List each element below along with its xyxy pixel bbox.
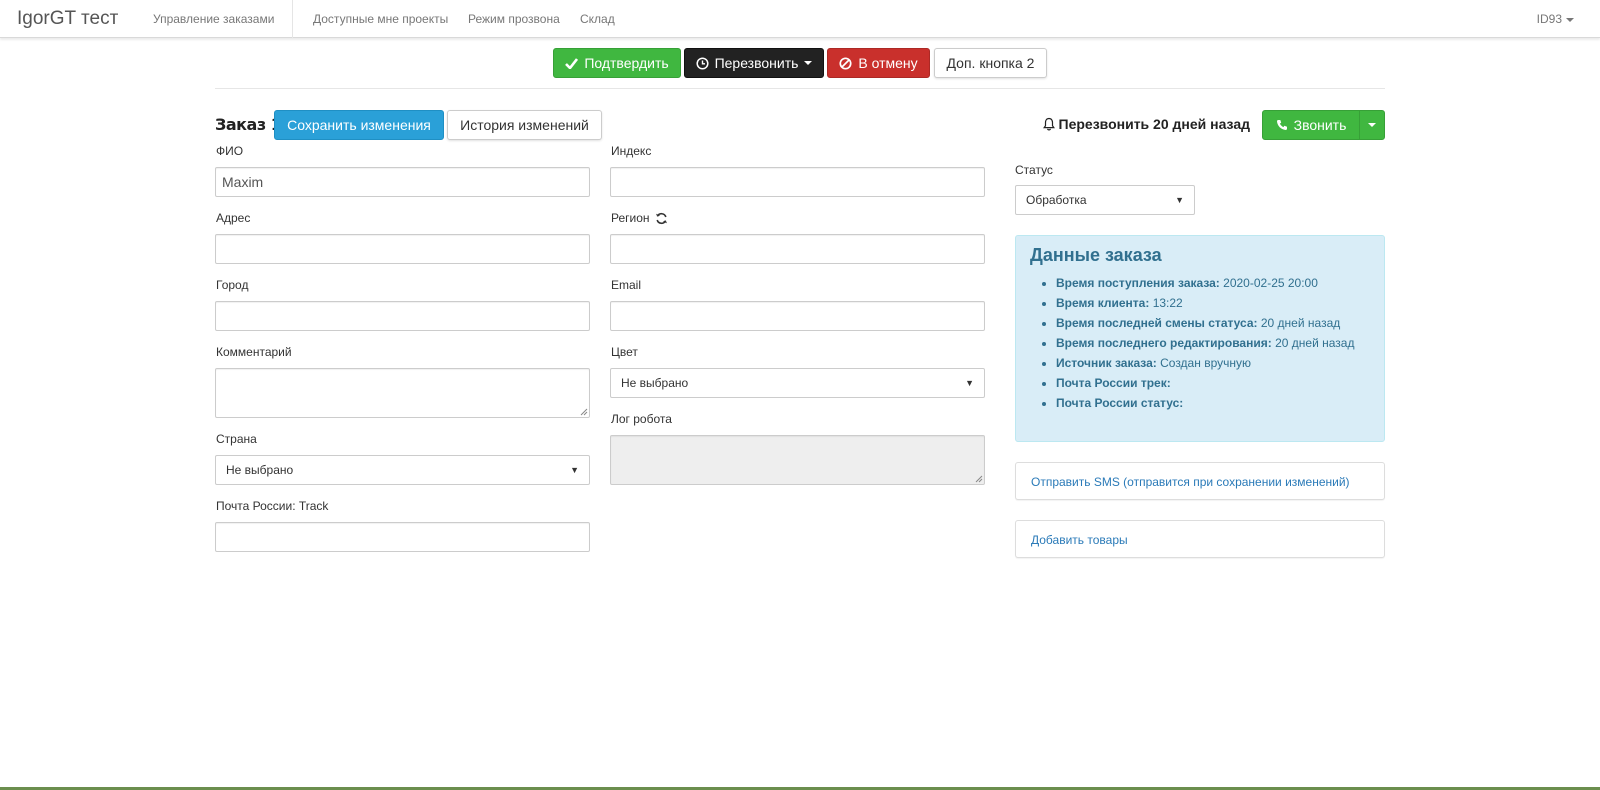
confirm-button[interactable]: Подтвердить — [553, 48, 681, 78]
order-time-key: Время поступления заказа: — [1056, 276, 1220, 290]
top-navbar: IgorGT тест Управление заказами Доступны… — [0, 0, 1600, 38]
add-goods-link[interactable]: Добавить товары — [1031, 533, 1128, 547]
select-arrow-icon: ▼ — [570, 465, 579, 475]
callback-note-text: Перезвонить 20 дней назад — [1058, 116, 1250, 132]
address-label: Адрес — [216, 211, 251, 225]
comment-label: Комментарий — [216, 345, 292, 359]
check-icon — [565, 57, 579, 69]
extra-button-2[interactable]: Доп. кнопка 2 — [934, 48, 1047, 78]
country-select[interactable]: Не выбрано ▼ — [215, 455, 590, 485]
list-item: Источник заказа: Создан вручную — [1056, 353, 1366, 373]
nav-divider — [292, 0, 293, 38]
phone-icon — [1276, 119, 1288, 131]
robot-log-textarea — [610, 435, 985, 485]
nav-available-projects[interactable]: Доступные мне проекты — [313, 12, 448, 26]
status-change-value: 20 дней назад — [1260, 316, 1341, 330]
status-change-key: Время последней смены статуса: — [1056, 316, 1258, 330]
confirm-label: Подтвердить — [584, 55, 669, 71]
fio-label: ФИО — [216, 144, 244, 158]
last-edit-value: 20 дней назад — [1275, 336, 1355, 350]
source-value: Создан вручную — [1160, 356, 1251, 370]
status-label: Статус — [1015, 163, 1053, 177]
history-button[interactable]: История изменений — [447, 110, 602, 140]
country-label: Страна — [216, 432, 257, 446]
list-item: Время клиента: 13:22 — [1056, 293, 1366, 313]
call-options-dropdown[interactable] — [1359, 110, 1385, 140]
status-select[interactable]: Обработка ▼ — [1015, 185, 1195, 215]
status-selected-value: Обработка — [1026, 193, 1087, 207]
region-label: Регион — [611, 211, 668, 225]
index-input[interactable] — [610, 167, 985, 197]
client-time-value: 13:22 — [1152, 296, 1183, 310]
email-input[interactable] — [610, 301, 985, 331]
order-data-title: Данные заказа — [1030, 245, 1162, 265]
comment-textarea[interactable] — [215, 368, 590, 418]
call-label: Звонить — [1293, 117, 1347, 133]
region-input[interactable] — [610, 234, 985, 264]
add-goods-panel: Добавить товары — [1015, 520, 1385, 558]
address-input[interactable] — [215, 234, 590, 264]
brand-logo[interactable]: IgorGT тест — [17, 8, 118, 30]
color-select[interactable]: Не выбрано ▼ — [610, 368, 985, 398]
city-label: Город — [216, 278, 249, 292]
ban-icon — [839, 56, 852, 70]
nav-warehouse[interactable]: Склад — [580, 12, 615, 26]
order-data-list: Время поступления заказа: 2020-02-25 20:… — [1036, 273, 1366, 413]
robot-log-label: Лог робота — [611, 412, 672, 426]
refresh-icon[interactable] — [655, 212, 668, 225]
color-label: Цвет — [611, 345, 638, 359]
client-time-key: Время клиента: — [1056, 296, 1150, 310]
resize-handle-icon — [975, 475, 983, 483]
list-item: Почта России статус: — [1056, 393, 1366, 413]
header-divider — [215, 88, 1385, 89]
list-item: Время поступления заказа: 2020-02-25 20:… — [1056, 273, 1366, 293]
email-label: Email — [611, 278, 642, 292]
country-selected-value: Не выбрано — [226, 463, 294, 477]
post-status-key: Почта России статус: — [1056, 396, 1184, 410]
chevron-down-icon — [804, 61, 813, 65]
order-time-value: 2020-02-25 20:00 — [1223, 276, 1318, 290]
track-input[interactable] — [215, 522, 590, 552]
callback-dropdown-button[interactable]: Перезвонить — [684, 48, 824, 78]
order-data-panel: Данные заказа Время поступления заказа: … — [1015, 235, 1385, 442]
city-input[interactable] — [215, 301, 590, 331]
fio-input[interactable] — [215, 167, 590, 197]
index-label: Индекс — [611, 144, 652, 158]
cancel-label: В отмену — [858, 55, 918, 71]
callback-reminder: Перезвонить 20 дней назад — [1042, 116, 1250, 132]
nav-order-management[interactable]: Управление заказами — [153, 12, 274, 26]
post-track-key: Почта России трек: — [1056, 376, 1171, 390]
chevron-down-icon — [1368, 123, 1376, 127]
user-id: ID93 — [1536, 12, 1562, 26]
sms-panel: Отправить SMS (отправится при сохранении… — [1015, 462, 1385, 500]
user-menu[interactable]: ID93 — [1537, 12, 1574, 26]
region-label-text: Регион — [611, 211, 650, 225]
send-sms-link[interactable]: Отправить SMS (отправится при сохранении… — [1031, 475, 1350, 489]
select-arrow-icon: ▼ — [965, 378, 974, 388]
list-item: Время последнего редактирования: 20 дней… — [1056, 333, 1366, 353]
bell-icon — [1042, 117, 1055, 131]
track-label: Почта России: Track — [216, 499, 329, 513]
resize-handle-icon[interactable] — [579, 407, 588, 416]
save-changes-button[interactable]: Сохранить изменения — [274, 110, 444, 140]
call-button[interactable]: Звонить — [1262, 110, 1360, 140]
callback-label: Перезвонить — [714, 55, 799, 71]
list-item: Время последней смены статуса: 20 дней н… — [1056, 313, 1366, 333]
select-arrow-icon: ▼ — [1175, 195, 1184, 205]
last-edit-key: Время последнего редактирования: — [1056, 336, 1272, 350]
source-key: Источник заказа: — [1056, 356, 1157, 370]
color-selected-value: Не выбрано — [621, 376, 689, 390]
clock-icon — [696, 56, 709, 70]
list-item: Почта России трек: — [1056, 373, 1366, 393]
nav-call-mode[interactable]: Режим прозвона — [468, 12, 560, 26]
chevron-down-icon — [1566, 17, 1574, 22]
cancel-order-button[interactable]: В отмену — [827, 48, 930, 78]
